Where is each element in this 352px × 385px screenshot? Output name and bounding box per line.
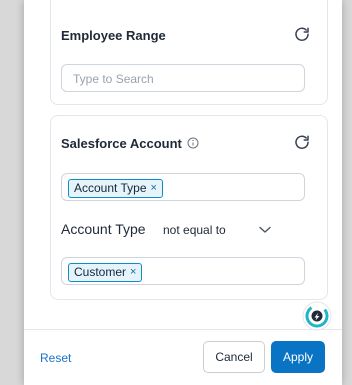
info-icon[interactable] <box>187 137 199 149</box>
brand-logo-icon[interactable] <box>302 301 332 331</box>
value-select-input[interactable]: Customer × <box>61 257 305 285</box>
chevron-down-icon[interactable] <box>259 226 271 234</box>
refresh-icon[interactable] <box>293 26 311 44</box>
chip-remove-icon[interactable]: × <box>130 264 136 281</box>
reset-link[interactable]: Reset <box>40 351 71 365</box>
filter-panel: Employee Range Type to Search Salesforce… <box>24 0 342 385</box>
field-chip-label: Account Type <box>74 181 147 195</box>
footer-divider <box>24 329 342 330</box>
employee-range-card: Employee Range Type to Search <box>50 0 328 105</box>
field-select-input[interactable]: Account Type × <box>61 173 305 201</box>
condition-field-label: Account Type <box>61 221 146 237</box>
employee-range-title: Employee Range <box>61 28 166 43</box>
field-chip[interactable]: Account Type × <box>68 179 163 198</box>
search-placeholder: Type to Search <box>73 72 154 86</box>
employee-range-search-input[interactable]: Type to Search <box>61 64 305 92</box>
value-chip-label: Customer <box>74 265 127 279</box>
apply-button[interactable]: Apply <box>271 341 325 373</box>
refresh-icon[interactable] <box>293 134 311 152</box>
chip-remove-icon[interactable]: × <box>151 180 157 197</box>
cancel-button[interactable]: Cancel <box>203 341 265 373</box>
salesforce-account-card: Salesforce Account Account Type × Accoun… <box>50 115 328 300</box>
value-chip[interactable]: Customer × <box>68 263 143 282</box>
salesforce-account-title: Salesforce Account <box>61 136 182 151</box>
operator-dropdown[interactable]: not equal to <box>163 223 226 237</box>
